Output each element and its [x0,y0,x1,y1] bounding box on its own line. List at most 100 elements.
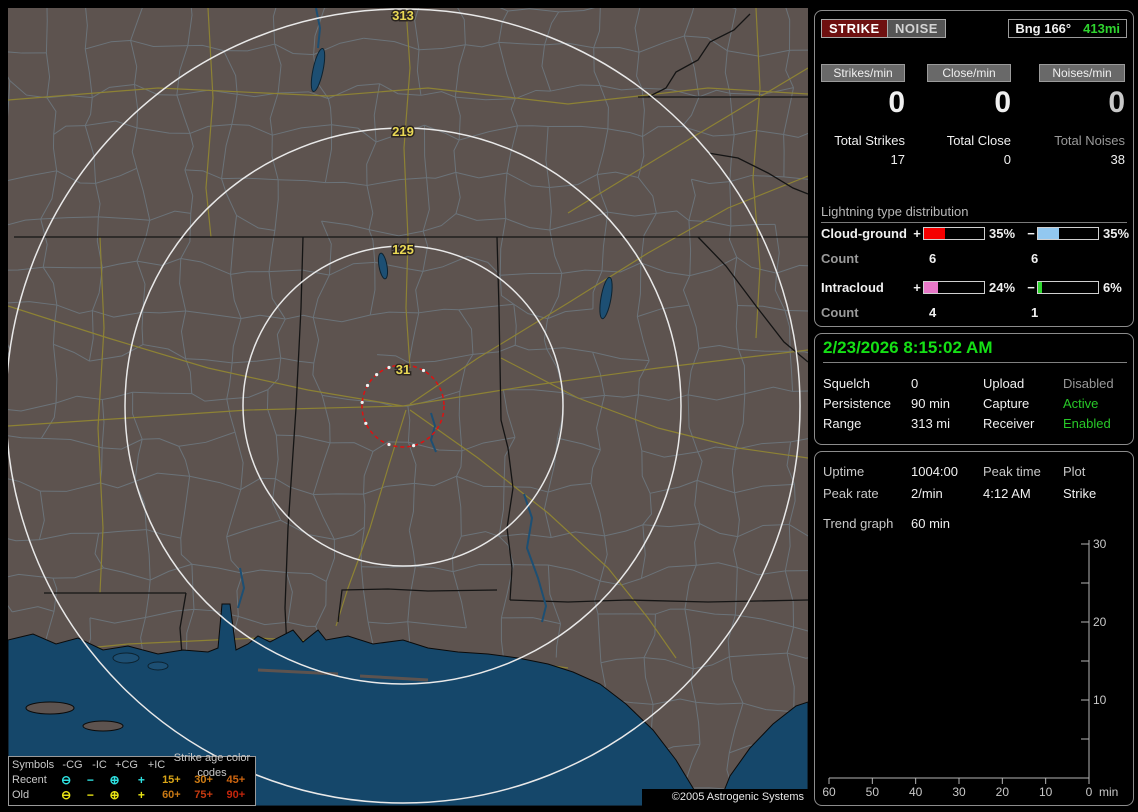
session-panel: Uptime 1004:00 Peak time Plot Peak rate … [814,451,1134,806]
legend-col-pos-cg: +CG [115,759,138,771]
svg-text:0: 0 [1086,785,1093,799]
upload-status: Disabled [1063,376,1114,391]
legend-col-neg-cg: -CG [62,759,83,771]
bearing-value: Bng 166° [1015,21,1072,36]
total-noises-value: 38 [1110,152,1125,167]
plot-label: Plot [1063,464,1086,479]
trend-graph-window: 60 min [911,516,951,531]
legend-col-neg-ic: -IC [92,759,107,771]
persistence-label: Persistence [823,396,891,411]
cg-positive-count: 6 [929,251,937,266]
age-code-45: 45+ [226,774,246,786]
receiver-status: Enabled [1063,416,1111,431]
intracloud-row: Intracloud + 24% − 6% [821,280,1131,295]
plus-sign: + [913,280,921,295]
ic-count-label: Count [821,305,859,320]
status-panel: 2/23/2026 8:15:02 AM Squelch 0 Upload Di… [814,333,1134,445]
ic-positive-fill [924,282,939,293]
squelch-label: Squelch [823,376,870,391]
map-canvas: 313 219 125 31 [0,0,841,812]
strike-mode-button[interactable]: STRIKE [821,19,888,38]
circled-plus-icon: ⊕ [109,773,120,787]
total-strikes-value: 17 [890,152,905,167]
cg-negative-fill [1038,228,1059,239]
svg-text:31: 31 [396,362,410,377]
legend-header-row: Symbols -CG -IC +CG +IC Strike age color… [12,752,252,779]
map-legend: Symbols -CG -IC +CG +IC Strike age color… [8,752,256,806]
age-code-75: 75+ [194,789,213,801]
svg-text:20: 20 [1093,615,1107,629]
app-window: 313 219 125 31 ©2005 Astrogenic Systems Sym… [0,0,1138,812]
counters-panel: STRIKE NOISE Bng 166° 413mi Strikes/min … [814,10,1134,327]
svg-text:40: 40 [909,785,923,799]
svg-text:30: 30 [952,785,966,799]
noises-per-min-value: 0 [1108,86,1125,119]
peak-rate-value: 2/min [911,486,943,501]
uptime-value: 1004:00 [911,464,958,479]
circled-minus-icon: ⊖ [61,773,72,787]
total-close-label: Total Close [946,133,1011,148]
minus-icon: − [86,773,94,787]
lightning-map[interactable]: 313 219 125 31 [0,0,841,812]
cg-negative-count: 6 [1031,251,1039,266]
svg-text:125: 125 [392,242,414,257]
squelch-value: 0 [911,376,919,391]
age-code-60: 60+ [162,789,181,801]
age-code-90: 90+ [226,789,246,801]
legend-recent-label: Recent [12,774,47,786]
trend-graph-label: Trend graph [823,516,894,531]
age-code-30: 30+ [194,774,213,786]
close-per-min-label: Close/min [927,64,1011,82]
upload-label: Upload [983,376,1025,391]
plus-icon: + [137,788,145,802]
cg-count-label: Count [821,251,859,266]
trend-graph: 30 20 10 60 50 40 30 20 10 0 min [822,537,1118,799]
close-per-min-value: 0 [994,86,1011,119]
cloud-ground-row: Cloud-ground + 35% − 35% [821,226,1131,241]
ic-negative-bar [1037,281,1099,294]
age-code-15: 15+ [162,774,181,786]
range-label: Range [823,416,862,431]
legend-old-row: Old ⊖ − ⊕ + 60+ 75+ 90+ [12,788,252,803]
cg-positive-pct: 35% [989,226,1016,241]
minus-icon: − [86,788,94,802]
ic-negative-fill [1038,282,1042,293]
cg-positive-bar [923,227,985,240]
ic-negative-pct: 6% [1103,280,1122,295]
peak-time-label: Peak time [983,464,1041,479]
cg-negative-pct: 35% [1103,226,1130,241]
plus-icon: + [137,773,145,787]
datetime-display: 2/23/2026 8:15:02 AM [823,338,1127,363]
circled-minus-icon: ⊖ [61,788,72,802]
peak-rate-label: Peak rate [823,486,879,501]
cg-negative-bar [1037,227,1099,240]
total-close-value: 0 [1003,152,1011,167]
copyright-label: ©2005 Astrogenic Systems [642,789,808,806]
plus-sign: + [913,226,921,241]
distribution-title: Lightning type distribution [821,204,1127,223]
minus-sign: − [1027,280,1035,295]
circled-plus-icon: ⊕ [109,788,120,802]
strikes-per-min-label: Strikes/min [821,64,905,82]
svg-text:313: 313 [392,8,414,23]
svg-text:50: 50 [866,785,880,799]
svg-text:30: 30 [1093,537,1107,551]
bearing-readout: Bng 166° 413mi [1008,19,1127,38]
plot-value: Strike [1063,486,1097,501]
svg-text:10: 10 [1039,785,1053,799]
legend-symbols-header: Symbols [12,759,55,771]
cg-positive-fill [924,228,945,239]
ic-negative-count: 1 [1031,305,1039,320]
receiver-label: Receiver [983,416,1035,431]
capture-label: Capture [983,396,1030,411]
total-strikes-label: Total Strikes [834,133,905,148]
noise-mode-button[interactable]: NOISE [887,19,946,38]
svg-text:min: min [1099,785,1118,799]
ic-positive-pct: 24% [989,280,1016,295]
legend-old-label: Old [12,789,30,801]
total-noises-label: Total Noises [1054,133,1125,148]
ic-positive-bar [923,281,985,294]
ic-positive-count: 4 [929,305,937,320]
legend-col-pos-ic: +IC [147,759,166,771]
uptime-label: Uptime [823,464,865,479]
